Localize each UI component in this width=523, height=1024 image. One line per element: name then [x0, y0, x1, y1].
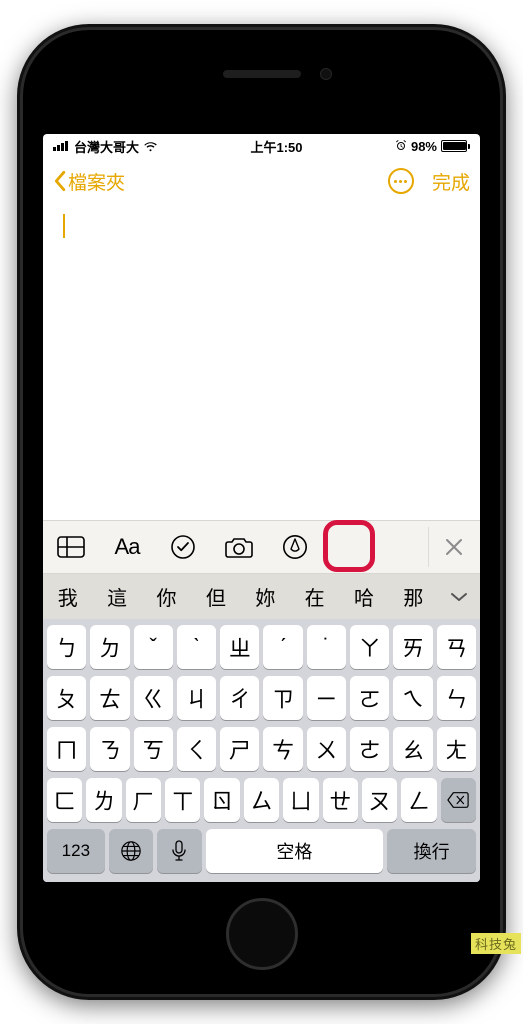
key[interactable]: ㄘ — [263, 727, 302, 771]
key[interactable]: ˊ — [263, 625, 302, 669]
suggestion-item[interactable]: 那 — [389, 582, 438, 611]
home-button[interactable] — [226, 898, 298, 970]
key[interactable]: ㄆ — [47, 676, 86, 720]
key[interactable]: ㄡ — [362, 778, 397, 822]
key[interactable]: ㄉ — [90, 625, 129, 669]
key[interactable]: ㄒ — [165, 778, 200, 822]
checklist-icon[interactable] — [167, 531, 199, 563]
key[interactable]: ㄓ — [220, 625, 259, 669]
key[interactable]: ㄅ — [47, 625, 86, 669]
key[interactable]: ㄔ — [220, 676, 259, 720]
key[interactable]: ㄍ — [134, 676, 173, 720]
key[interactable]: ˙ — [307, 625, 346, 669]
suggestion-item[interactable]: 我 — [43, 582, 92, 611]
key[interactable]: ㄇ — [47, 727, 86, 771]
status-time: 上午1:50 — [162, 137, 391, 156]
key[interactable]: ㄠ — [393, 727, 432, 771]
carrier-label: 台灣大哥大 — [74, 137, 139, 156]
key[interactable]: ㄞ — [393, 625, 432, 669]
more-button[interactable] — [388, 168, 414, 194]
key[interactable]: ㄙ — [244, 778, 279, 822]
note-editor[interactable] — [43, 204, 480, 520]
key[interactable]: ㄜ — [350, 727, 389, 771]
text-format-button[interactable]: Aa — [111, 531, 143, 563]
speaker-grill — [223, 70, 301, 78]
markup-icon[interactable] — [279, 531, 311, 563]
key[interactable]: ㄣ — [437, 676, 476, 720]
suggestion-bar: 我 這 你 但 妳 在 哈 那 — [43, 574, 480, 619]
key[interactable]: ㄑ — [177, 727, 216, 771]
battery-pct: 98% — [411, 139, 437, 154]
key[interactable]: ㄛ — [350, 676, 389, 720]
keyboard: ㄅㄉˇˋㄓˊ˙ㄚㄞㄢ ㄆㄊㄍㄐㄔㄗㄧㄛㄟㄣ ㄇㄋㄎㄑㄕㄘㄨㄜㄠㄤ ㄈㄌㄏㄒㄖㄙㄩ… — [43, 619, 480, 882]
navbar: 檔案夾 完成 — [43, 158, 480, 204]
key[interactable]: ㄚ — [350, 625, 389, 669]
key[interactable]: ㄩ — [283, 778, 318, 822]
table-icon[interactable] — [55, 531, 87, 563]
wifi-icon — [143, 141, 158, 152]
delete-key[interactable] — [441, 778, 476, 822]
suggestion-item[interactable]: 但 — [191, 582, 240, 611]
suggestion-item[interactable]: 在 — [290, 582, 339, 611]
mic-key[interactable] — [157, 829, 201, 873]
phone-frame: 台灣大哥大 上午1:50 98% 檔案夾 — [17, 24, 506, 1000]
key[interactable]: ㄢ — [437, 625, 476, 669]
done-button[interactable]: 完成 — [432, 168, 470, 195]
key[interactable]: ㄟ — [393, 676, 432, 720]
suggestion-item[interactable]: 這 — [92, 582, 141, 611]
globe-key[interactable] — [109, 829, 153, 873]
suggestion-item[interactable]: 妳 — [241, 582, 290, 611]
dismiss-toolbar-button[interactable] — [428, 527, 468, 567]
space-key[interactable]: 空格 — [206, 829, 384, 873]
key[interactable]: ㄌ — [86, 778, 121, 822]
suggestion-item[interactable]: 你 — [142, 582, 191, 611]
front-camera — [320, 68, 332, 80]
watermark: 科技兔 — [471, 933, 521, 954]
key[interactable]: ㄥ — [401, 778, 436, 822]
numbers-key[interactable]: 123 — [47, 829, 105, 873]
key[interactable]: ㄖ — [204, 778, 239, 822]
key[interactable]: ㄊ — [90, 676, 129, 720]
key[interactable]: ㄝ — [323, 778, 358, 822]
key[interactable]: ㄐ — [177, 676, 216, 720]
key[interactable]: ㄨ — [307, 727, 346, 771]
key[interactable]: ㄧ — [307, 676, 346, 720]
status-bar: 台灣大哥大 上午1:50 98% — [43, 134, 480, 158]
key[interactable]: ㄈ — [47, 778, 82, 822]
back-button[interactable]: 檔案夾 — [53, 168, 125, 195]
expand-suggestions-button[interactable] — [438, 591, 480, 603]
keyboard-toolbar: Aa — [43, 520, 480, 574]
camera-icon[interactable] — [223, 531, 255, 563]
key[interactable]: ㄕ — [220, 727, 259, 771]
suggestion-item[interactable]: 哈 — [339, 582, 388, 611]
text-cursor — [63, 214, 65, 238]
alarm-icon — [395, 139, 407, 154]
key[interactable]: ㄋ — [90, 727, 129, 771]
back-label: 檔案夾 — [68, 168, 125, 195]
key[interactable]: ㄏ — [126, 778, 161, 822]
key[interactable]: ˋ — [177, 625, 216, 669]
key[interactable]: ㄎ — [134, 727, 173, 771]
battery-icon — [441, 140, 470, 152]
return-key[interactable]: 換行 — [387, 829, 476, 873]
key[interactable]: ㄤ — [437, 727, 476, 771]
screen: 台灣大哥大 上午1:50 98% 檔案夾 — [43, 134, 480, 882]
callout-highlight — [323, 520, 375, 572]
key[interactable]: ˇ — [134, 625, 173, 669]
signal-icon — [53, 141, 68, 151]
key[interactable]: ㄗ — [263, 676, 302, 720]
